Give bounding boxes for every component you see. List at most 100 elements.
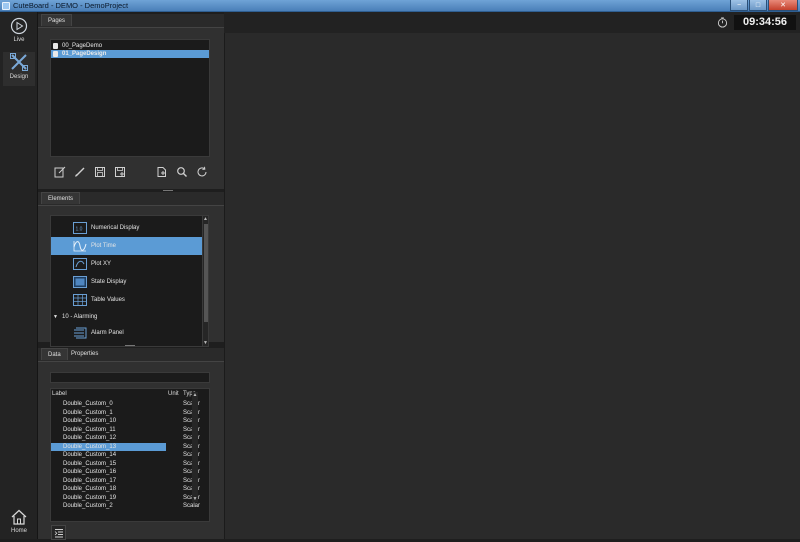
table-row[interactable]: Double_Custom_14Scalar [51,451,209,460]
scroll-up-icon[interactable]: ▲ [192,392,198,398]
minimize-button[interactable]: − [730,0,748,11]
save-as-icon[interactable] [112,164,127,179]
element-plot-xy[interactable]: Plot XY [51,255,202,273]
data-table[interactable]: Label Unit Type Double_Custom_0ScalarDou… [50,388,210,522]
scroll-down-icon[interactable]: ▼ [192,496,198,502]
table-row[interactable]: Double_Custom_10Scalar [51,417,209,426]
cell-label: Double_Custom_1 [63,409,113,416]
table-row[interactable]: Double_Custom_0Scalar [51,400,209,409]
elements-panel: Elements 1.0 Numerical Display Plot Time… [38,192,224,347]
close-button[interactable]: ✕ [768,0,798,11]
column-label[interactable]: Label [52,390,67,399]
page-item-01[interactable]: 01_PageDesign [51,50,209,58]
elements-list[interactable]: 1.0 Numerical Display Plot Time Plot XY … [50,215,203,347]
collapse-arrow-icon[interactable]: ▼ [53,312,58,322]
live-mode-button[interactable]: Live [3,17,35,51]
element-table-values[interactable]: Table Values [51,291,202,309]
scroll-up-icon[interactable]: ▲ [203,216,208,222]
cell-label: Double_Custom_18 [63,486,117,492]
scroll-down-icon[interactable]: ▼ [203,340,208,346]
design-tools-icon [10,53,28,71]
cell-label: Double_Custom_2 [63,503,113,509]
element-label: Table Values [91,297,125,303]
svg-text:1.0: 1.0 [76,227,83,233]
element-numerical-display[interactable]: 1.0 Numerical Display [51,219,202,237]
new-page-icon[interactable] [154,164,169,179]
cell-label: Double_Custom_0 [63,401,113,407]
table-row[interactable]: Double_Custom_11Scalar [51,426,209,435]
element-label: State Display [91,279,127,285]
pencil-icon[interactable] [72,164,87,179]
cell-label: Double_Custom_14 [63,452,117,458]
elements-splitter[interactable] [125,345,135,346]
element-label: Alarm Panel [91,330,124,336]
home-label: Home [10,528,27,534]
cell-type: Scalar [183,503,201,509]
element-label: Plot Time [91,243,117,249]
indent-list-icon [54,528,63,537]
scroll-thumb[interactable] [204,224,208,322]
table-row[interactable]: Double_Custom_15Scalar [51,460,209,469]
tab-elements[interactable]: Elements [41,192,81,204]
window-titlebar[interactable]: CuteBoard - DEMO - DemoProject − □ ✕ [0,0,800,12]
design-mode-button[interactable]: Design [3,52,35,86]
pages-splitter[interactable] [163,190,173,191]
cell-label: Double_Custom_16 [63,469,117,475]
pages-panel-body: 00_PageDemo 01_PageDesign [38,27,224,189]
plot-xy-icon [73,258,87,270]
alarm-panel-icon [74,327,87,339]
table-row[interactable]: Double_Custom_13Scalar [51,442,209,451]
cell-label: Double_Custom_12 [63,435,117,441]
page-item-label: 01_PageDesign [62,51,107,57]
table-row[interactable]: Double_Custom_2 Scalar [51,502,209,511]
table-values-icon [73,294,87,306]
data-tool-button[interactable] [51,525,66,540]
search-icon[interactable] [174,164,189,179]
cell-label: Double_Custom_13 [63,443,117,450]
element-alarm-panel[interactable]: Alarm Panel [51,324,202,342]
data-panel: Data Properties Label Unit Type Double_C… [38,348,224,540]
data-table-header: Label Unit Type [51,390,209,399]
element-plot-time[interactable]: Plot Time [51,237,202,255]
save-icon[interactable] [92,164,107,179]
table-row[interactable]: Double_Custom_17Scalar [51,477,209,486]
mode-sidebar: Live Design Home [0,12,38,539]
table-row[interactable]: Double_Custom_12Scalar [51,434,209,443]
numerical-display-icon: 1.0 [73,222,87,234]
table-row[interactable]: Double_Custom_18Scalar [51,485,209,494]
play-icon [10,17,28,35]
page-item-00[interactable]: 00_PageDemo [51,42,209,50]
design-label: Design [9,74,29,80]
elements-scrollbar[interactable]: ▲ ▼ [202,215,209,347]
table-row[interactable]: Double_Custom_16Scalar [51,468,209,477]
refresh-icon[interactable] [194,164,209,179]
pages-toolbar-right [154,164,214,179]
table-row[interactable]: Double_Custom_1Scalar [51,409,209,418]
timer-icon[interactable] [717,17,728,28]
tab-properties[interactable]: Properties [65,348,104,360]
plot-time-icon [73,241,87,252]
cell-label: Double_Custom_19 [63,494,117,501]
home-button[interactable]: Home [3,508,35,542]
data-search-input[interactable] [50,372,210,383]
page-list[interactable]: 00_PageDemo 01_PageDesign [50,39,210,157]
tab-pages[interactable]: Pages [41,14,73,26]
maximize-button[interactable]: □ [749,0,767,11]
home-icon [11,509,27,525]
app-icon [2,2,10,10]
cell-label: Double_Custom_17 [63,477,117,484]
column-unit[interactable]: Unit [168,390,179,399]
design-canvas[interactable] [224,33,800,539]
data-scrollbar[interactable]: ▲ ▼ [192,392,198,502]
cell-label: Double_Custom_15 [63,460,117,467]
elements-panel-body: 1.0 Numerical Display Plot Time Plot XY … [38,205,224,347]
table-row[interactable]: Double_Custom_19Scalar [51,494,209,503]
tab-data[interactable]: Data [41,348,68,360]
pages-panel: Pages 00_PageDemo 01_PageDesign [38,14,224,189]
group-alarming[interactable]: ▼ 10 - Alarming [51,312,202,322]
group-label: 10 - Alarming [62,314,98,320]
element-state-display[interactable]: State Display [51,273,202,291]
document-icon [53,51,58,57]
edit-icon[interactable] [52,164,67,179]
window-controls: − □ ✕ [730,0,798,12]
